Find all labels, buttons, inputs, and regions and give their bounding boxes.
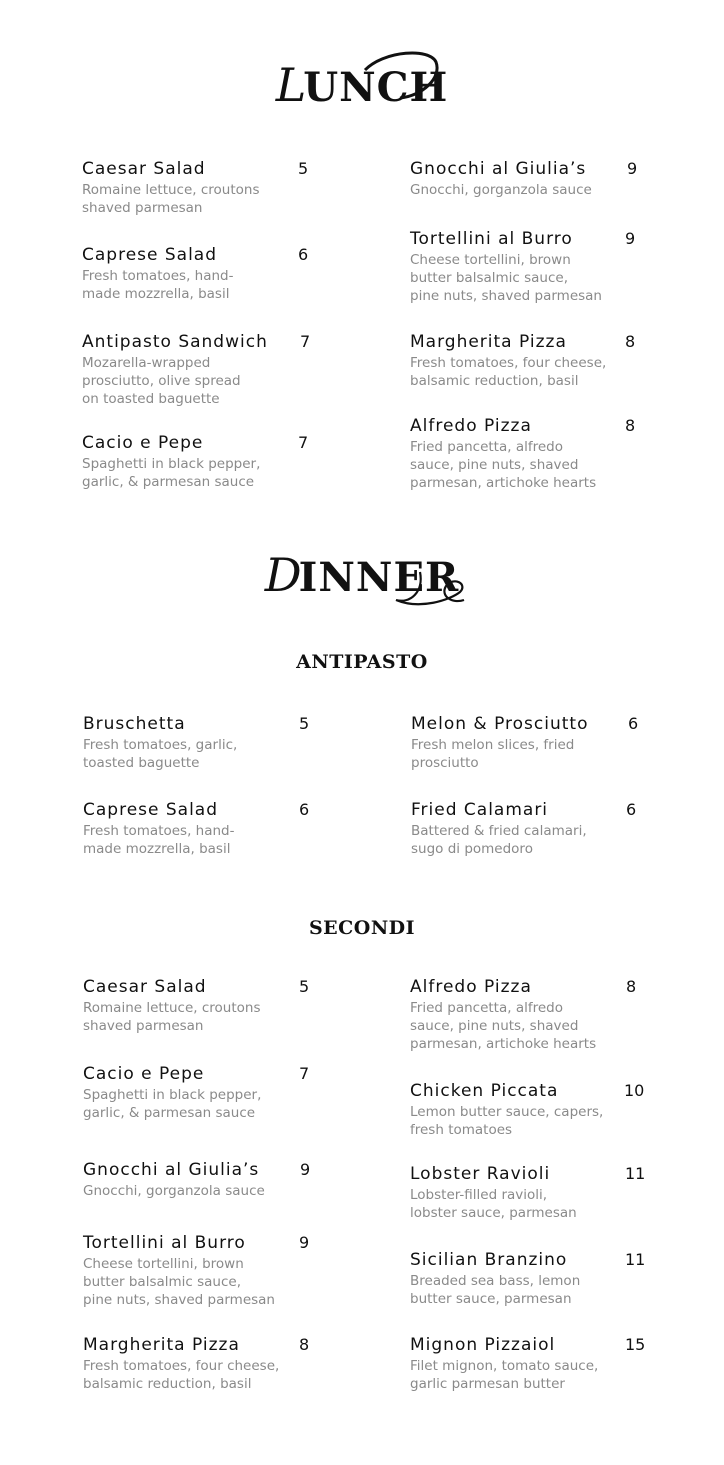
item-name: Chicken Piccata: [410, 1081, 559, 1101]
item-name: Mignon Pizzaiol: [410, 1335, 556, 1355]
antipasto-item: Bruschetta Fresh tomatoes, garlic, toast…: [83, 713, 323, 772]
item-description: Fresh tomatoes, hand- made mozzrella, ba…: [82, 268, 234, 302]
item-description: Romaine lettuce, croutons shaved parmesa…: [82, 182, 260, 216]
lunch-swash-decoration: [363, 51, 439, 100]
item-description: Lobster-filled ravioli, lobster sauce, p…: [410, 1187, 577, 1221]
antipasto-heading: ANTIPASTO: [296, 651, 428, 673]
item-price: 6: [628, 714, 639, 733]
item-price: 9: [299, 1233, 310, 1252]
lunch-item: Alfredo Pizza Fried pancetta, alfredo sa…: [410, 415, 650, 492]
secondi-item: Caesar Salad Romaine lettuce, croutons s…: [83, 976, 323, 1035]
antipasto-item: Caprese Salad Fresh tomatoes, hand- made…: [83, 799, 323, 858]
item-description: Fresh melon slices, fried prosciutto: [411, 737, 575, 771]
secondi-heading: SECONDI: [308, 917, 416, 939]
item-price: 9: [625, 229, 636, 248]
item-name: Alfredo Pizza: [410, 977, 532, 997]
secondi-item: Sicilian Branzino Breaded sea bass, lemo…: [410, 1249, 650, 1308]
item-price: 8: [626, 977, 637, 996]
item-name: Caesar Salad: [83, 977, 207, 997]
lunch-item: Margherita Pizza Fresh tomatoes, four ch…: [410, 331, 650, 390]
secondi-item: Alfredo Pizza Fried pancetta, alfredo sa…: [410, 976, 650, 1053]
secondi-item: Chicken Piccata Lemon butter sauce, cape…: [410, 1080, 650, 1139]
antipasto-item: Melon & Prosciutto Fresh melon slices, f…: [411, 713, 651, 772]
item-price: 9: [300, 1160, 311, 1179]
item-name: Margherita Pizza: [410, 332, 567, 352]
item-price: 6: [299, 800, 310, 819]
item-price: 5: [298, 159, 309, 178]
item-name: Alfredo Pizza: [410, 416, 532, 436]
antipasto-item: Fried Calamari Battered & fried calamari…: [411, 799, 651, 858]
item-price: 5: [299, 977, 310, 996]
lunch-item: Gnocchi al Giulia’s Gnocchi, gorganzola …: [410, 158, 650, 199]
item-name: Tortellini al Burro: [410, 229, 573, 249]
item-description: Fried pancetta, alfredo sauce, pine nuts…: [410, 1000, 597, 1052]
secondi-item: Tortellini al Burro Cheese tortellini, b…: [83, 1232, 323, 1309]
item-price: 6: [626, 800, 637, 819]
item-description: Mozarella-wrapped prosciutto, olive spre…: [82, 355, 241, 407]
item-price: 7: [298, 433, 309, 452]
item-price: 7: [299, 1064, 310, 1083]
dinner-title-initial: D: [264, 548, 303, 602]
item-description: Romaine lettuce, croutons shaved parmesa…: [83, 1000, 261, 1034]
item-name: Caprese Salad: [83, 800, 219, 820]
item-description: Fresh tomatoes, garlic, toasted baguette: [83, 737, 238, 771]
item-description: Battered & fried calamari, sugo di pomed…: [411, 823, 587, 857]
item-name: Lobster Ravioli: [410, 1164, 551, 1184]
item-name: Antipasto Sandwich: [82, 332, 268, 352]
dinner-title: DINNER: [0, 548, 724, 602]
item-name: Tortellini al Burro: [83, 1233, 246, 1253]
item-name: Melon & Prosciutto: [411, 714, 589, 734]
item-name: Gnocchi al Giulia’s: [83, 1160, 260, 1180]
item-name: Cacio e Pepe: [82, 433, 204, 453]
item-price: 8: [625, 416, 636, 435]
lunch-item: Antipasto Sandwich Mozarella-wrapped pro…: [82, 331, 322, 408]
lunch-item: Caprese Salad Fresh tomatoes, hand- made…: [82, 244, 322, 303]
item-price: 15: [625, 1335, 646, 1354]
item-price: 10: [624, 1081, 645, 1100]
item-price: 6: [298, 245, 309, 264]
dinner-swash-decoration: [395, 571, 465, 606]
item-name: Fried Calamari: [411, 800, 549, 820]
lunch-item: Tortellini al Burro Cheese tortellini, b…: [410, 228, 650, 305]
lunch-item: Caesar Salad Romaine lettuce, croutons s…: [82, 158, 322, 217]
item-name: Margherita Pizza: [83, 1335, 240, 1355]
item-description: Gnocchi, gorganzola sauce: [83, 1183, 265, 1199]
item-price: 5: [299, 714, 310, 733]
secondi-item: Cacio e Pepe Spaghetti in black pepper, …: [83, 1063, 323, 1122]
item-price: 11: [625, 1250, 646, 1269]
item-description: Fresh tomatoes, four cheese, balsamic re…: [83, 1358, 280, 1392]
item-description: Fried pancetta, alfredo sauce, pine nuts…: [410, 439, 597, 491]
item-description: Gnocchi, gorganzola sauce: [410, 182, 592, 198]
item-description: Fresh tomatoes, four cheese, balsamic re…: [410, 355, 607, 389]
item-description: Breaded sea bass, lemon butter sauce, pa…: [410, 1273, 581, 1307]
item-name: Sicilian Branzino: [410, 1250, 568, 1270]
item-price: 8: [299, 1335, 310, 1354]
item-price: 7: [300, 332, 311, 351]
item-name: Cacio e Pepe: [83, 1064, 205, 1084]
item-description: Spaghetti in black pepper, garlic, & par…: [83, 1087, 262, 1121]
item-price: 8: [625, 332, 636, 351]
lunch-item: Cacio e Pepe Spaghetti in black pepper, …: [82, 432, 322, 491]
item-price: 11: [625, 1164, 646, 1183]
item-price: 9: [627, 159, 638, 178]
item-description: Fresh tomatoes, hand- made mozzrella, ba…: [83, 823, 235, 857]
item-name: Bruschetta: [83, 714, 186, 734]
item-description: Filet mignon, tomato sauce, garlic parme…: [410, 1358, 599, 1392]
item-description: Cheese tortellini, brown butter balsalmi…: [83, 1256, 275, 1308]
item-description: Lemon butter sauce, capers, fresh tomato…: [410, 1104, 604, 1138]
item-description: Cheese tortellini, brown butter balsalmi…: [410, 252, 602, 304]
item-name: Caesar Salad: [82, 159, 206, 179]
secondi-item: Gnocchi al Giulia’s Gnocchi, gorganzola …: [83, 1159, 323, 1200]
secondi-item: Margherita Pizza Fresh tomatoes, four ch…: [83, 1334, 323, 1393]
secondi-item: Lobster Ravioli Lobster-filled ravioli, …: [410, 1163, 650, 1222]
item-description: Spaghetti in black pepper, garlic, & par…: [82, 456, 261, 490]
secondi-item: Mignon Pizzaiol Filet mignon, tomato sau…: [410, 1334, 650, 1393]
item-name: Caprese Salad: [82, 245, 218, 265]
item-name: Gnocchi al Giulia’s: [410, 159, 587, 179]
